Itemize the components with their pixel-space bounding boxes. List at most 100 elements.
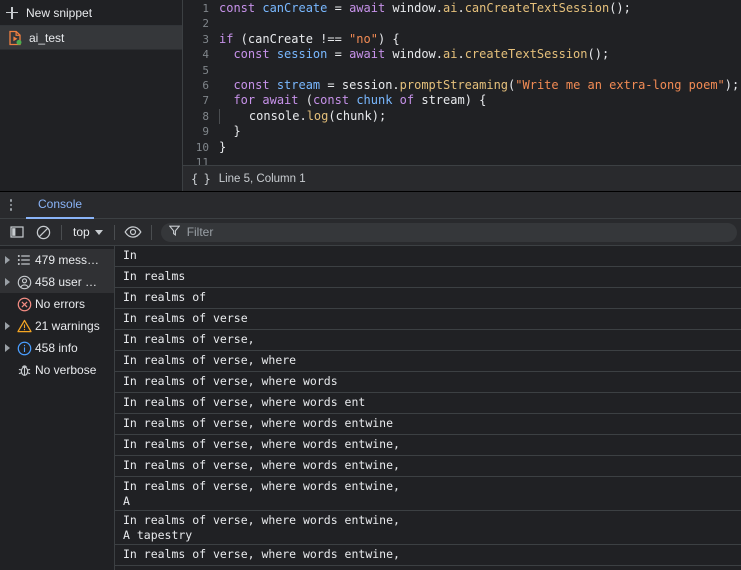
console-message[interactable]: In realms of verse, where words entwine,… xyxy=(115,511,741,545)
console-sidebar-item[interactable]: 458 user … xyxy=(0,271,114,293)
code-token: ) { xyxy=(377,31,400,46)
console-message[interactable]: In realms of verse, where words xyxy=(115,372,741,393)
code-token: session xyxy=(276,47,328,62)
code-token: stream) { xyxy=(414,93,487,108)
eye-icon[interactable] xyxy=(120,219,146,245)
code-line: 10} xyxy=(183,140,741,155)
console-message[interactable]: In realms of verse, where words ent xyxy=(115,393,741,414)
console-message[interactable]: In realms of verse, where words entwine, xyxy=(115,545,741,566)
code-token: createTextSession xyxy=(464,47,588,62)
console-message[interactable]: In realms xyxy=(115,267,741,288)
expand-triangle-icon[interactable] xyxy=(2,278,13,286)
snippet-list-item[interactable]: ai_test xyxy=(0,26,182,50)
expand-triangle-icon[interactable] xyxy=(2,322,13,330)
console-message-list[interactable]: In In realms In realms of In realms of vers… xyxy=(115,246,741,570)
console-filter-input[interactable] xyxy=(186,225,729,239)
snippet-file-icon xyxy=(8,30,23,46)
toolbar-divider xyxy=(61,224,62,240)
console-sidebar-item[interactable]: No verbose xyxy=(0,359,114,381)
filter-icon xyxy=(168,225,181,239)
new-snippet-label: New snippet xyxy=(26,5,93,20)
console-sidebar-item-label: No errors xyxy=(35,297,86,311)
console-message[interactable]: In realms of verse, where words entwine,… xyxy=(115,477,741,511)
console-drawer: Console top Filter 479 mess… 458 user … … xyxy=(0,192,741,570)
code-token: (); xyxy=(609,1,631,15)
console-body: 479 mess… 458 user … No errors 21 warnin… xyxy=(0,246,741,570)
code-token: ai xyxy=(443,1,458,15)
console-sidebar-toggle-icon[interactable] xyxy=(4,219,30,245)
code-token: for xyxy=(233,93,256,108)
clear-console-icon[interactable] xyxy=(30,219,56,245)
code-token: ); xyxy=(724,77,740,92)
code-line: 7 for await (const chunk of stream) { xyxy=(183,93,741,108)
console-sidebar-item-label: 21 warnings xyxy=(35,319,100,333)
console-toolbar: top xyxy=(0,219,741,246)
new-snippet-button[interactable]: New snippet xyxy=(0,0,182,26)
execution-context-value: top xyxy=(73,225,90,239)
console-message[interactable]: In realms of verse, where xyxy=(115,351,741,372)
code-line-text: } xyxy=(219,124,240,139)
expand-triangle-icon[interactable] xyxy=(2,256,13,264)
code-editor-content[interactable]: 1 const canCreate = await window.ai.canCr… xyxy=(183,0,741,165)
code-line-text: console.log(chunk); xyxy=(219,108,387,125)
code-token: log xyxy=(306,108,329,123)
code-line: 1 const canCreate = await window.ai.canCr… xyxy=(183,1,741,16)
console-sidebar-item[interactable]: 479 mess… xyxy=(0,249,114,271)
code-token: promptStreaming xyxy=(399,77,509,92)
code-token: canCreateTextSession xyxy=(464,1,610,15)
console-message[interactable]: In realms of verse xyxy=(115,309,741,330)
tab-console[interactable]: Console xyxy=(26,192,95,219)
line-number: 2 xyxy=(202,17,209,31)
execution-context-selector[interactable]: top xyxy=(67,222,109,242)
console-sidebar-item-label: 458 user … xyxy=(35,275,98,289)
console-message[interactable]: In realms of verse, xyxy=(115,330,741,351)
code-token: const xyxy=(233,77,270,92)
code-token: const xyxy=(219,1,256,15)
cursor-position-label: Line 5, Column 1 xyxy=(218,172,306,185)
line-number: 10 xyxy=(195,140,209,154)
code-token: if xyxy=(219,31,234,46)
console-message[interactable]: In realms of verse, where words entwine xyxy=(115,414,741,435)
console-message[interactable]: In realms of xyxy=(115,288,741,309)
line-number: 4 xyxy=(202,48,209,62)
line-number: 8 xyxy=(202,109,209,123)
error-icon xyxy=(13,297,35,312)
console-sidebar-item-label: No verbose xyxy=(35,363,97,377)
line-number: 3 xyxy=(202,32,209,46)
code-token: of xyxy=(399,93,415,108)
console-message[interactable]: In xyxy=(115,246,741,267)
console-filter[interactable] xyxy=(160,222,737,242)
console-sidebar-item[interactable]: 21 warnings xyxy=(0,315,114,337)
more-options-icon[interactable] xyxy=(0,192,22,219)
info-icon xyxy=(13,341,35,356)
code-token: await xyxy=(349,1,386,15)
code-token: . xyxy=(457,1,465,15)
code-line-text: const stream = session.promptStreaming("… xyxy=(219,78,739,93)
code-line: 4 const session = await window.ai.create… xyxy=(183,47,741,62)
console-sidebar-item[interactable]: No errors xyxy=(0,293,114,315)
code-token: await xyxy=(349,47,386,62)
code-line-text: } xyxy=(219,140,226,155)
code-line: 3 if (canCreate !== "no") { xyxy=(183,32,741,47)
console-message[interactable]: In realms of verse, where words entwine, xyxy=(115,435,741,456)
plus-icon xyxy=(4,5,20,21)
code-line-text: if (canCreate !== "no") { xyxy=(219,32,400,47)
console-message[interactable]: In realms of verse, where words entwine, xyxy=(115,456,741,477)
code-token: (chunk); xyxy=(328,108,387,123)
code-token: "Write me an extra-long poem" xyxy=(515,77,725,92)
pretty-print-icon[interactable]: { } xyxy=(191,172,211,186)
code-token: stream xyxy=(276,77,321,92)
console-sidebar-item[interactable]: 458 info xyxy=(0,337,114,359)
line-number: 7 xyxy=(202,94,209,108)
code-token: } xyxy=(219,139,227,154)
code-token: "no" xyxy=(349,31,378,46)
code-line: 9 } xyxy=(183,124,741,139)
code-line: 5 xyxy=(183,63,741,78)
expand-triangle-icon[interactable] xyxy=(2,344,13,352)
code-line-text: for await (const chunk of stream) { xyxy=(219,93,486,108)
line-number: 1 xyxy=(202,2,209,15)
line-number: 6 xyxy=(202,78,209,92)
console-sidebar: 479 mess… 458 user … No errors 21 warnin… xyxy=(0,246,115,570)
toolbar-divider xyxy=(150,224,152,240)
